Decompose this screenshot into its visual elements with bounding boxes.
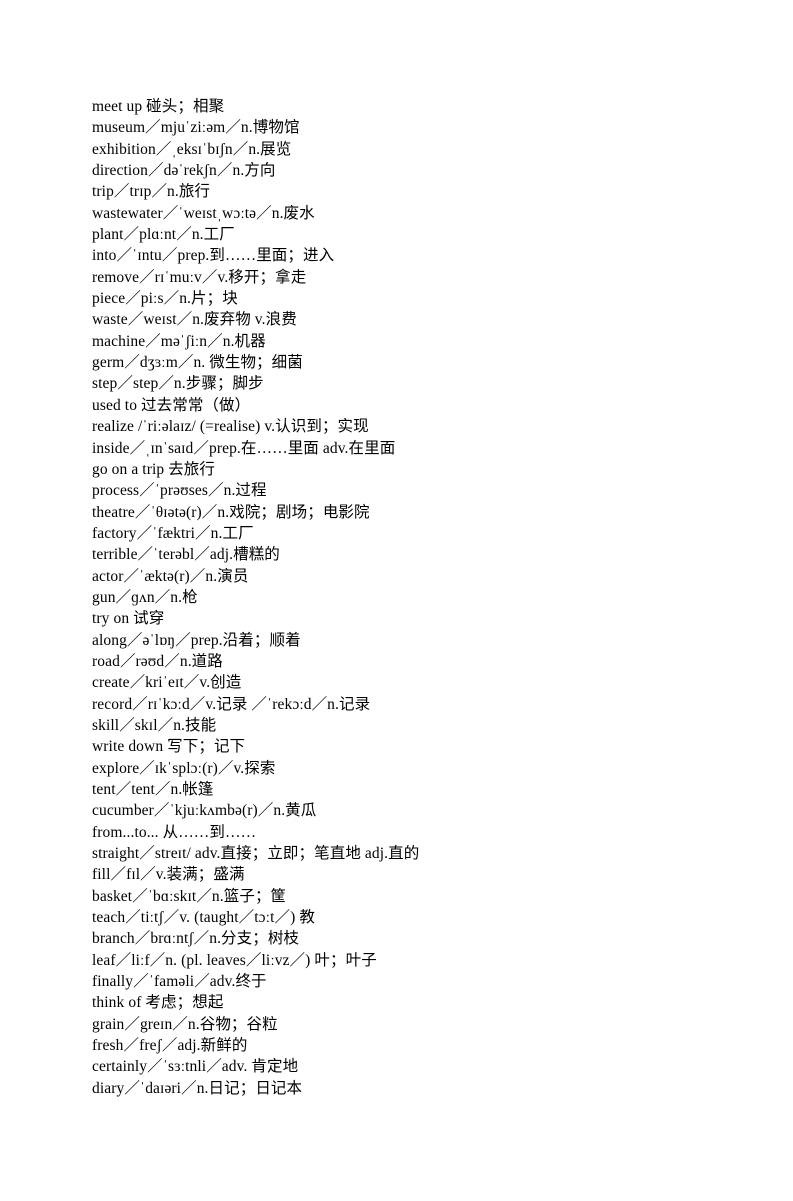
- vocabulary-entry: gun／ɡʌn／n.枪: [92, 588, 198, 606]
- vocabulary-entry: into／ˈɪntu／prep.到……里面；进入: [92, 247, 335, 265]
- vocabulary-entry: from...to... 从……到……: [92, 823, 257, 841]
- vocabulary-entry: create／kriˈeɪt／v.创造: [92, 674, 242, 692]
- vocabulary-entry: certainly／ˈsɜːtnli／adv. 肯定地: [92, 1058, 299, 1076]
- vocabulary-entry: think of 考虑；想起: [92, 994, 224, 1012]
- vocabulary-entry: finally／ˈfamǝli／adv.终于: [92, 973, 267, 991]
- vocabulary-entry: process／ˈprəʊses／n.过程: [92, 482, 267, 500]
- vocabulary-entry: basket／ˈbɑːskɪt／n.篮子；筐: [92, 887, 287, 905]
- vocabulary-entry: machine／məˈʃiːn／n.机器: [92, 332, 266, 350]
- vocabulary-entry: leaf／liːf／n. (pl. leaves／liːvz／) 叶；叶子: [92, 951, 377, 969]
- vocabulary-entry: teach／tiːtʃ／v. (taught／tɔːt／) 教: [92, 909, 315, 927]
- vocabulary-entry: step／step／n.步骤；脚步: [92, 375, 264, 393]
- vocabulary-entry: wastewater／ˈweɪstˌwɔːtə／n.废水: [92, 204, 315, 222]
- vocabulary-entry: skill／skɪl／n.技能: [92, 716, 217, 734]
- vocabulary-entry: terrible／ˈterəbl／adj.槽糕的: [92, 546, 280, 564]
- vocabulary-entry: along／əˈlɒŋ／prep.沿着；顺着: [92, 631, 301, 649]
- vocabulary-entry: factory／ˈfæktri／n.工厂: [92, 524, 254, 542]
- vocabulary-entry: cucumber／ˈkjuːkʌmbə(r)／n.黄瓜: [92, 802, 317, 820]
- vocabulary-entry: road／rəʊd／n.道路: [92, 652, 223, 670]
- vocabulary-entry: inside／ˌɪnˈsaɪd／prep.在……里面 adv.在里面: [92, 439, 396, 457]
- vocabulary-entry: fill／fɪl／v.装满；盛满: [92, 866, 245, 884]
- vocabulary-entry: museum／mjuˈziːəm／n.博物馆: [92, 119, 300, 137]
- vocabulary-entry: go on a trip 去旅行: [92, 460, 216, 478]
- vocabulary-entry: record／rɪˈkɔːd／v.记录 ／ˈrekɔːd／n.记录: [92, 695, 371, 713]
- vocabulary-entry: explore／ɪkˈsplɔː(r)／v.探索: [92, 759, 276, 777]
- vocabulary-entry: write down 写下；记下: [92, 738, 246, 756]
- vocabulary-entry: straight／streɪt/ adv.直接；立即；笔直地 adj.直的: [92, 845, 420, 863]
- vocabulary-entry: waste／weɪst／n.废弃物 v.浪费: [92, 311, 297, 329]
- vocabulary-entry: exhibition／ˌeksɪˈbɪʃn／n.展览: [92, 140, 292, 158]
- vocabulary-entry: branch／brɑːntʃ／n.分支；树枝: [92, 930, 300, 948]
- vocabulary-entry: piece／piːs／n.片；块: [92, 290, 238, 308]
- vocabulary-list: meet up 碰头；相聚 museum／mjuˈziːəm／n.博物馆 exhib…: [92, 96, 752, 1099]
- vocabulary-entry: meet up 碰头；相聚: [92, 98, 225, 115]
- document-page: meet up 碰头；相聚 museum／mjuˈziːəm／n.博物馆 exhib…: [0, 0, 793, 1201]
- vocabulary-entry: germ／dʒɜːm／n. 微生物；细菌: [92, 354, 303, 372]
- vocabulary-entry: remove／rɪˈmuːv／v.移开；拿走: [92, 268, 307, 286]
- vocabulary-entry: grain／greɪn／n.谷物；谷粒: [92, 1015, 278, 1033]
- vocabulary-entry: fresh／freʃ／adj.新鲜的: [92, 1037, 248, 1055]
- vocabulary-entry: tent／tent／n.帐篷: [92, 781, 214, 798]
- vocabulary-entry: trip／trɪp／n.旅行: [92, 183, 211, 201]
- vocabulary-entry: plant／plɑːnt／n.工厂: [92, 226, 235, 244]
- vocabulary-entry: theatre／ˈθɪətə(r)／n.戏院；剧场；电影院: [92, 503, 370, 521]
- vocabulary-entry: try on 试穿: [92, 610, 165, 628]
- vocabulary-entry: actor／ˈæktə(r)／n.演员: [92, 567, 249, 585]
- vocabulary-entry: realize /ˈriːəlaɪz/ (=realise) v.认识到；实现: [92, 418, 369, 436]
- vocabulary-entry: used to 过去常常（做）: [92, 396, 251, 414]
- vocabulary-entry: direction／dəˈrekʃn／n.方向: [92, 162, 276, 180]
- vocabulary-entry: diary／ˈdaɪəri／n.日记；日记本: [92, 1079, 303, 1097]
